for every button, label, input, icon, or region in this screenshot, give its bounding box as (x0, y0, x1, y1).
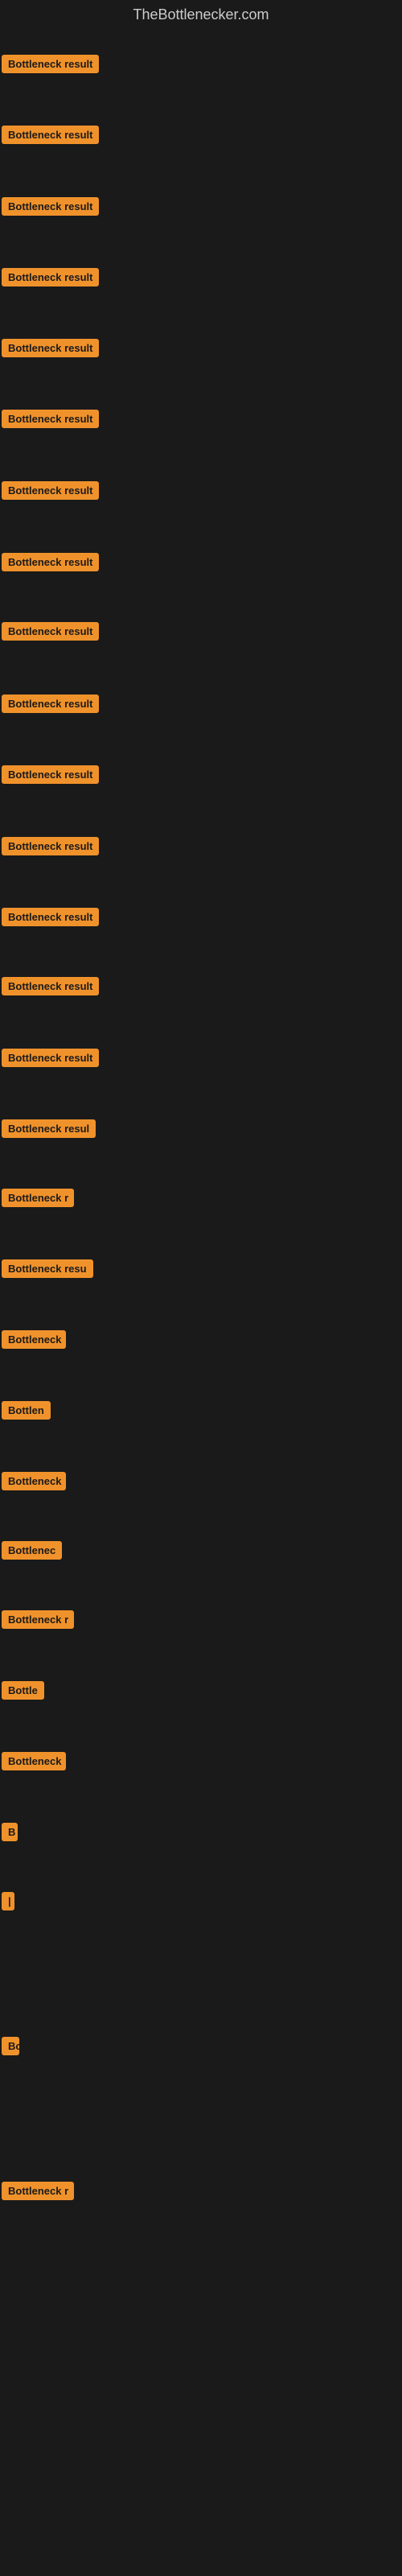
bottleneck-badge-6[interactable]: Bottleneck result (2, 410, 99, 428)
bottleneck-item-21[interactable]: Bottleneck (2, 1472, 66, 1494)
bottleneck-badge-28[interactable]: Bo (2, 2037, 19, 2055)
site-title: TheBottlenecker.com (0, 0, 402, 33)
bottleneck-badge-7[interactable]: Bottleneck result (2, 481, 99, 500)
bottleneck-badge-29[interactable]: Bottleneck r (2, 2182, 74, 2200)
bottleneck-item-28[interactable]: Bo (2, 2037, 19, 2059)
bottleneck-badge-14[interactable]: Bottleneck result (2, 977, 99, 995)
bottleneck-item-2[interactable]: Bottleneck result (2, 126, 99, 148)
bottleneck-badge-5[interactable]: Bottleneck result (2, 339, 99, 357)
bottleneck-badge-18[interactable]: Bottleneck resu (2, 1259, 93, 1278)
bottleneck-item-4[interactable]: Bottleneck result (2, 268, 99, 291)
bottleneck-badge-13[interactable]: Bottleneck result (2, 908, 99, 926)
bottleneck-badge-10[interactable]: Bottleneck result (2, 694, 99, 713)
bottleneck-item-13[interactable]: Bottleneck result (2, 908, 99, 930)
bottleneck-badge-2[interactable]: Bottleneck result (2, 126, 99, 144)
bottleneck-badge-15[interactable]: Bottleneck result (2, 1049, 99, 1067)
bottleneck-item-23[interactable]: Bottleneck r (2, 1610, 74, 1633)
bottleneck-badge-17[interactable]: Bottleneck r (2, 1189, 74, 1207)
bottleneck-badge-9[interactable]: Bottleneck result (2, 622, 99, 641)
bottleneck-item-8[interactable]: Bottleneck result (2, 553, 99, 575)
bottleneck-badge-26[interactable]: B (2, 1823, 18, 1841)
bottleneck-item-25[interactable]: Bottleneck (2, 1752, 66, 1774)
bottleneck-item-22[interactable]: Bottlenec (2, 1541, 62, 1564)
bottleneck-item-18[interactable]: Bottleneck resu (2, 1259, 93, 1282)
bottleneck-item-17[interactable]: Bottleneck r (2, 1189, 74, 1211)
bottleneck-item-3[interactable]: Bottleneck result (2, 197, 99, 220)
bottleneck-badge-1[interactable]: Bottleneck result (2, 55, 99, 73)
bottleneck-badge-19[interactable]: Bottleneck (2, 1330, 66, 1349)
bottleneck-badge-23[interactable]: Bottleneck r (2, 1610, 74, 1629)
bottleneck-item-16[interactable]: Bottleneck resul (2, 1119, 96, 1142)
bottleneck-badge-11[interactable]: Bottleneck result (2, 765, 99, 784)
items-container: Bottleneck result Bottleneck result Bottle… (0, 33, 402, 2576)
bottleneck-badge-21[interactable]: Bottleneck (2, 1472, 66, 1490)
bottleneck-item-26[interactable]: B (2, 1823, 18, 1845)
bottleneck-item-15[interactable]: Bottleneck result (2, 1049, 99, 1071)
bottleneck-item-29[interactable]: Bottleneck r (2, 2182, 74, 2204)
bottleneck-item-11[interactable]: Bottleneck result (2, 765, 99, 788)
bottleneck-badge-8[interactable]: Bottleneck result (2, 553, 99, 571)
bottleneck-badge-3[interactable]: Bottleneck result (2, 197, 99, 216)
bottleneck-item-12[interactable]: Bottleneck result (2, 837, 99, 859)
bottleneck-badge-20[interactable]: Bottlen (2, 1401, 51, 1420)
bottleneck-badge-27[interactable]: | (2, 1892, 14, 1910)
bottleneck-item-20[interactable]: Bottlen (2, 1401, 51, 1424)
bottleneck-item-6[interactable]: Bottleneck result (2, 410, 99, 432)
site-title-container: TheBottlenecker.com (0, 0, 402, 33)
bottleneck-item-27[interactable]: | (2, 1892, 14, 1914)
bottleneck-badge-12[interactable]: Bottleneck result (2, 837, 99, 855)
bottleneck-item-24[interactable]: Bottle (2, 1681, 44, 1704)
bottleneck-badge-16[interactable]: Bottleneck resul (2, 1119, 96, 1138)
bottleneck-item-10[interactable]: Bottleneck result (2, 694, 99, 717)
bottleneck-badge-24[interactable]: Bottle (2, 1681, 44, 1700)
bottleneck-item-14[interactable]: Bottleneck result (2, 977, 99, 999)
bottleneck-item-7[interactable]: Bottleneck result (2, 481, 99, 504)
bottleneck-item-1[interactable]: Bottleneck result (2, 55, 99, 77)
bottleneck-badge-22[interactable]: Bottlenec (2, 1541, 62, 1560)
bottleneck-badge-4[interactable]: Bottleneck result (2, 268, 99, 286)
bottleneck-badge-25[interactable]: Bottleneck (2, 1752, 66, 1770)
bottleneck-item-9[interactable]: Bottleneck result (2, 622, 99, 645)
bottleneck-item-19[interactable]: Bottleneck (2, 1330, 66, 1353)
bottleneck-item-5[interactable]: Bottleneck result (2, 339, 99, 361)
